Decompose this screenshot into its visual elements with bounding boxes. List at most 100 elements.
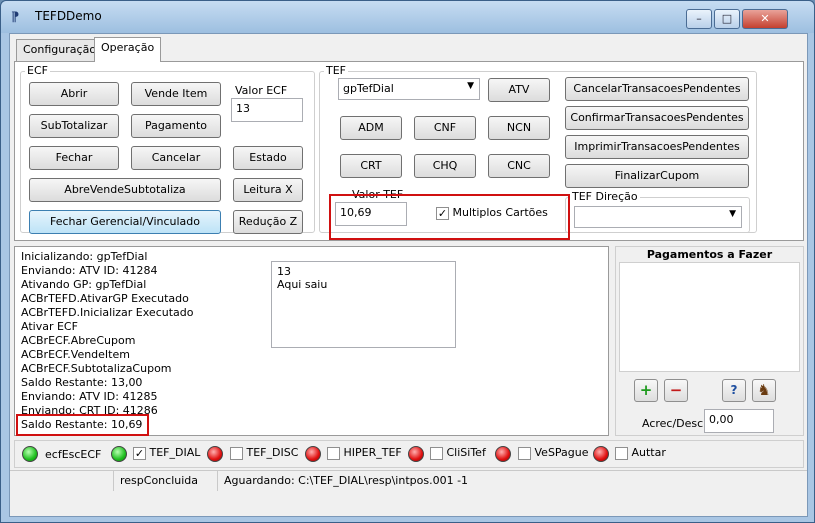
tef-dial-check-mark[interactable]: ✓	[133, 446, 146, 460]
tef-direcao-label: TEF Direção	[570, 190, 640, 203]
gp-label: TEF_DIAL	[149, 446, 201, 459]
vespague-check-mark[interactable]	[518, 446, 531, 460]
ecf-group: ECF Abrir Vende Item Valor ECF 13 SubTot…	[20, 64, 315, 234]
minimize-button[interactable]: –	[686, 9, 712, 29]
gp-status-row: ecfEscECF ✓ TEF_DIAL TEF_DISC HIPER_TEF …	[14, 440, 804, 468]
app-window: ⁋ TEFDDemo – □ ✕ Configuração Operação E…	[0, 0, 815, 523]
clisitef-check-mark[interactable]	[430, 446, 443, 460]
status-led-icon	[593, 446, 609, 462]
remove-icon[interactable]: −	[664, 379, 688, 402]
tef-direcao-group: TEF Direção ▼	[565, 190, 750, 233]
log-line: ACBrECF.AbreCupom	[21, 334, 136, 347]
gp-label: Auttar	[631, 446, 666, 459]
status-panel-resp: respConcluida	[114, 471, 218, 491]
window-title: TEFDDemo	[35, 9, 102, 23]
adm-button[interactable]: ADM	[340, 116, 402, 140]
pagamentos-list[interactable]	[619, 262, 800, 372]
status-panel-aguardando: Aguardando: C:\TEF_DIAL\resp\intpos.001 …	[224, 474, 469, 487]
status-led-icon	[495, 446, 511, 462]
help-icon[interactable]: ?	[722, 379, 746, 402]
gp-label: TEF_DISC	[246, 446, 299, 459]
acrec-desc-label: Acrec/Desc	[642, 417, 704, 430]
chevron-down-icon: ▼	[467, 81, 474, 91]
status-led-icon	[111, 446, 127, 462]
gp-combo-value: gpTefDial	[343, 82, 394, 95]
gp-combo[interactable]: gpTefDial ▼	[338, 78, 480, 100]
highlight-valor-tef	[329, 194, 570, 240]
memo-line: Aqui saiu	[277, 278, 328, 291]
gp-label: CliSiTef	[446, 446, 486, 459]
tef-direcao-combo[interactable]: ▼	[574, 206, 742, 228]
log-line: Enviando: ATV ID: 41285	[21, 390, 158, 403]
acrec-desc-input[interactable]: 0,00	[704, 409, 774, 433]
status-led-icon	[207, 446, 223, 462]
atv-button[interactable]: ATV	[488, 78, 550, 102]
log-memo[interactable]: Inicializando: gpTefDial Enviando: ATV I…	[14, 246, 609, 436]
memo-line: 13	[277, 265, 291, 278]
log-line: ACBrECF.SubtotalizaCupom	[21, 362, 172, 375]
hiper-tef-check-mark[interactable]	[327, 446, 340, 460]
log-line: Inicializando: gpTefDial	[21, 250, 148, 263]
abrir-button[interactable]: Abrir	[29, 82, 119, 106]
gp-tef-disc-checkbox[interactable]: TEF_DISC	[230, 446, 298, 460]
title-bar[interactable]: ⁋ TEFDDemo – □ ✕	[1, 1, 814, 33]
add-icon[interactable]: +	[634, 379, 658, 402]
gp-hiper-tef-checkbox[interactable]: HIPER_TEF	[327, 446, 402, 460]
log-line: Ativando GP: gpTefDial	[21, 278, 147, 291]
abre-vende-subtotaliza-button[interactable]: AbreVendeSubtotaliza	[29, 178, 221, 202]
status-led-icon	[408, 446, 424, 462]
response-memo[interactable]: 13 Aqui saiu	[271, 261, 456, 348]
ecf-group-label: ECF	[25, 64, 50, 77]
vende-item-button[interactable]: Vende Item	[131, 82, 221, 106]
status-panel-empty	[10, 471, 114, 491]
tef-group-label: TEF	[324, 64, 348, 77]
chevron-down-icon: ▼	[729, 209, 736, 219]
ecf-esc-label: ecfEscECF	[45, 448, 102, 461]
cnf-button[interactable]: CNF	[414, 116, 476, 140]
tef-disc-check-mark[interactable]	[230, 446, 243, 460]
tab-operacao[interactable]: Operação	[94, 37, 162, 62]
status-led-icon	[305, 446, 321, 462]
log-line: Ativar ECF	[21, 320, 78, 333]
fechar-gerencial-button[interactable]: Fechar Gerencial/Vinculado	[29, 210, 221, 234]
maximize-button[interactable]: □	[714, 9, 740, 29]
valor-ecf-input[interactable]: 13	[231, 98, 303, 122]
app-icon: ⁋	[11, 10, 20, 25]
subtotalizar-button[interactable]: SubTotalizar	[29, 114, 119, 138]
pagamentos-panel: Pagamentos a Fazer + − ? ♞ Acrec/Desc 0,…	[615, 246, 804, 436]
log-line: Enviando: ATV ID: 41284	[21, 264, 158, 277]
reducao-z-button[interactable]: Redução Z	[233, 210, 303, 234]
auttar-check-mark[interactable]	[615, 446, 628, 460]
chq-button[interactable]: CHQ	[414, 154, 476, 178]
status-led-icon	[22, 446, 38, 462]
operacao-tab-page: ECF Abrir Vende Item Valor ECF 13 SubTot…	[14, 61, 804, 241]
leitura-x-button[interactable]: Leitura X	[233, 178, 303, 202]
gp-clisitef-checkbox[interactable]: CliSiTef	[430, 446, 486, 460]
confirmar-pendentes-button[interactable]: ConfirmarTransacoesPendentes	[565, 106, 749, 130]
crt-button[interactable]: CRT	[340, 154, 402, 178]
highlight-saldo-restante	[16, 414, 149, 436]
fechar-button[interactable]: Fechar	[29, 146, 119, 170]
horse-icon[interactable]: ♞	[752, 379, 776, 402]
finalizar-cupom-button[interactable]: FinalizarCupom	[565, 164, 749, 188]
log-line: Saldo Restante: 13,00	[21, 376, 143, 389]
cnc-button[interactable]: CNC	[488, 154, 550, 178]
log-line: ACBrTEFD.Inicializar Executado	[21, 306, 194, 319]
cancelar-button[interactable]: Cancelar	[131, 146, 221, 170]
cancelar-pendentes-button[interactable]: CancelarTransacoesPendentes	[565, 77, 749, 101]
gp-auttar-checkbox[interactable]: Auttar	[615, 446, 666, 460]
pagamento-button[interactable]: Pagamento	[131, 114, 221, 138]
gp-label: VeSPague	[534, 446, 589, 459]
status-bar: respConcluida Aguardando: C:\TEF_DIAL\re…	[10, 470, 807, 516]
gp-vespague-checkbox[interactable]: VeSPague	[518, 446, 589, 460]
ncn-button[interactable]: NCN	[488, 116, 550, 140]
log-line: ACBrECF.VendeItem	[21, 348, 130, 361]
client-area: Configuração Operação ECF Abrir Vende It…	[9, 33, 808, 517]
close-button[interactable]: ✕	[742, 9, 788, 29]
log-line: ACBrTEFD.AtivarGP Executado	[21, 292, 189, 305]
gp-label: HIPER_TEF	[343, 446, 402, 459]
imprimir-pendentes-button[interactable]: ImprimirTransacoesPendentes	[565, 135, 749, 159]
estado-button[interactable]: Estado	[233, 146, 303, 170]
tab-configuracao[interactable]: Configuração	[16, 39, 104, 61]
gp-tef-dial-checkbox[interactable]: ✓ TEF_DIAL	[133, 446, 200, 460]
